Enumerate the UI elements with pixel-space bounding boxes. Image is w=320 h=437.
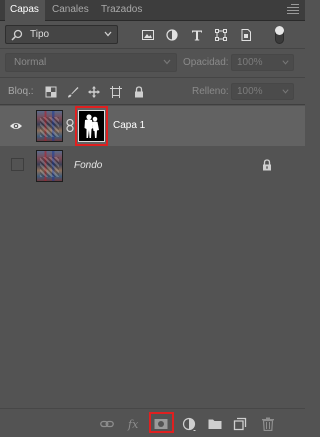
fx-icon[interactable]: fx xyxy=(127,417,141,431)
lock-artboard-icon[interactable] xyxy=(110,86,122,98)
layer-thumbnail[interactable] xyxy=(36,150,63,182)
link-chain-icon[interactable] xyxy=(66,119,74,132)
lock-transparent-pixels-icon[interactable] xyxy=(45,86,57,98)
lock-icon xyxy=(263,159,271,171)
filter-kind-select[interactable]: Tipo xyxy=(5,25,118,44)
eye-icon[interactable] xyxy=(9,119,23,133)
fill-label: Relleno: xyxy=(192,86,229,97)
opacity-label: Opacidad: xyxy=(183,57,229,68)
tab-capas[interactable]: Capas xyxy=(5,0,45,21)
layers-list: Capa 1 Fondo xyxy=(0,105,305,408)
svg-text:fx: fx xyxy=(127,418,139,431)
trash-icon[interactable] xyxy=(261,417,275,431)
type-filter-icon[interactable] xyxy=(191,29,203,41)
tab-label: Canales xyxy=(52,4,89,15)
layer-row-capa-1[interactable]: Capa 1 xyxy=(0,106,305,146)
layer-thumbnail[interactable] xyxy=(36,110,63,142)
lock-all-icon[interactable] xyxy=(133,86,145,98)
smart-object-filter-icon[interactable] xyxy=(240,29,252,41)
filter-toggle-switch[interactable] xyxy=(275,26,284,44)
tab-label: Trazados xyxy=(101,4,143,15)
layer-row-fondo[interactable]: Fondo xyxy=(0,146,305,186)
tab-canales[interactable]: Canales xyxy=(47,0,94,20)
adjustment-filter-icon[interactable] xyxy=(166,29,178,41)
layer-name[interactable]: Capa 1 xyxy=(113,120,145,131)
filter-kind-value: Tipo xyxy=(30,29,50,40)
link-layers-icon[interactable] xyxy=(100,417,114,431)
fill-field[interactable]: 100% xyxy=(231,83,294,100)
layers-panel: Capas Canales Trazados Tipo Normal Opaci… xyxy=(0,0,305,437)
opacity-field[interactable]: 100% xyxy=(231,54,294,71)
panel-tab-bar: Capas Canales Trazados xyxy=(0,0,305,21)
blend-mode-value: Normal xyxy=(14,57,47,68)
layer-name[interactable]: Fondo xyxy=(74,160,102,171)
tab-trazados[interactable]: Trazados xyxy=(96,0,147,20)
folder-icon[interactable] xyxy=(208,417,222,431)
tab-label: Capas xyxy=(10,4,39,15)
search-icon xyxy=(11,29,23,41)
layers-bottom-toolbar: fx xyxy=(0,408,305,437)
lock-image-pixels-icon[interactable] xyxy=(67,86,79,98)
mask-button-highlight xyxy=(149,412,174,433)
mask-selection-highlight xyxy=(75,106,108,146)
shape-filter-icon[interactable] xyxy=(215,29,227,41)
lock-position-icon[interactable] xyxy=(88,86,100,98)
chevron-down-icon xyxy=(104,31,112,37)
lock-label: Bloq.: xyxy=(8,86,34,97)
panel-menu-icon[interactable] xyxy=(287,4,299,16)
opacity-value: 100% xyxy=(237,57,263,68)
chevron-down-icon xyxy=(282,89,289,94)
fill-value: 100% xyxy=(237,86,263,97)
chevron-down-icon xyxy=(282,60,289,65)
pixel-filter-icon[interactable] xyxy=(142,29,154,41)
adjustment-layer-icon[interactable] xyxy=(182,417,196,431)
chevron-down-icon xyxy=(163,59,171,65)
new-layer-icon[interactable] xyxy=(233,417,247,431)
visibility-toggle[interactable] xyxy=(11,158,24,171)
blend-mode-select[interactable]: Normal xyxy=(5,53,177,72)
